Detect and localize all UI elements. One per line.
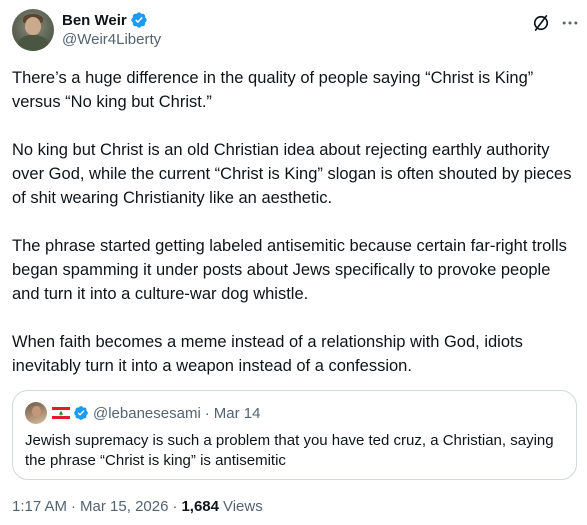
quote-text: Jewish supremacy is such a problem that … [25,432,554,469]
verified-badge-icon [74,406,88,420]
verified-badge-icon[interactable] [130,11,148,29]
tweet-paragraph: There’s a huge difference in the quality… [12,69,534,111]
tweet-paragraph: No king but Christ is an old Christian i… [12,141,572,207]
post-time[interactable]: 1:17 AM [12,498,67,515]
tweet-card: Ben Weir @Weir4Liberty There’s a huge di… [0,0,587,525]
quote-author-handle[interactable]: @lebanesesami [93,405,201,422]
quote-date[interactable]: Mar 14 [214,405,261,422]
author-avatar[interactable] [12,9,54,51]
author-name-row: Ben Weir [62,10,161,30]
meta-separator: · [172,498,178,515]
tweet-text: There’s a huge difference in the quality… [12,66,574,402]
tweet-paragraph: The phrase started getting labeled antis… [12,237,567,303]
author-handle[interactable]: @Weir4Liberty [62,31,161,48]
views-count: 1,684 [181,498,219,515]
tweet-paragraph: When faith becomes a meme instead of a r… [12,333,523,375]
post-date[interactable]: Mar 15, 2026 [80,498,168,515]
quoted-tweet[interactable]: @lebanesesami · Mar 14 Jewish supremacy … [12,390,577,480]
more-options-icon[interactable] [560,13,580,33]
grok-icon[interactable] [531,13,551,33]
author-block: Ben Weir @Weir4Liberty [62,10,161,49]
author-display-name[interactable]: Ben Weir [62,12,127,29]
meta-separator: · [71,498,77,515]
quote-separator: · [204,404,210,422]
views-label: Views [222,498,263,515]
tweet-meta: 1:17 AM · Mar 15, 2026 · 1,684 Views [12,498,263,515]
quote-header: @lebanesesami · Mar 14 [25,402,260,424]
lebanon-flag-icon [52,407,70,419]
quote-author-avatar[interactable] [25,402,47,424]
